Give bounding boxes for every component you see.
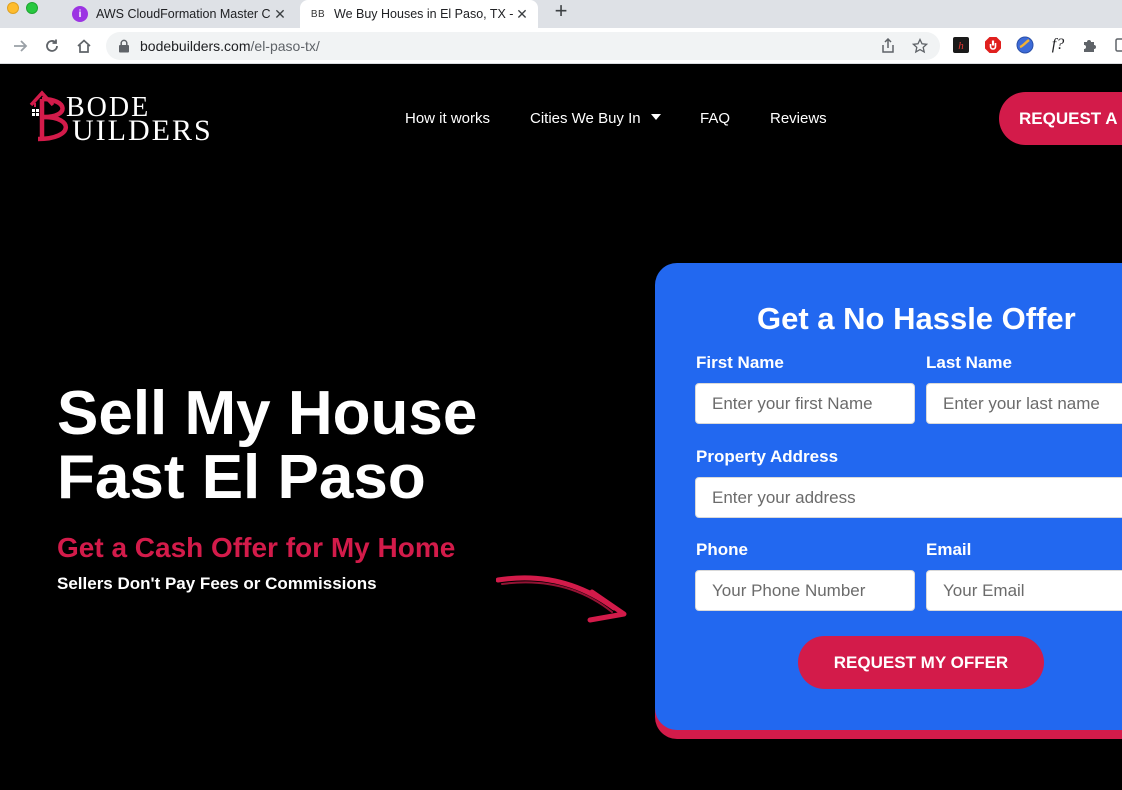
phone-input[interactable] xyxy=(695,570,915,611)
offer-form-card: Get a No Hassle Offer First Name Last Na… xyxy=(655,263,1122,730)
property-address-label: Property Address xyxy=(696,447,839,466)
extension-globe-icon[interactable] xyxy=(1016,36,1034,54)
browser-tab-bodebuilders[interactable]: BB We Buy Houses in El Paso, TX - ✕ xyxy=(300,0,538,28)
nav-faq[interactable]: FAQ xyxy=(700,110,730,127)
request-my-offer-button[interactable]: REQUEST MY OFFER xyxy=(798,636,1044,689)
hero-note: Sellers Don't Pay Fees or Commissions xyxy=(57,574,377,593)
url-text: bodebuilders.com/el-paso-tx/ xyxy=(140,38,320,54)
email-label: Email xyxy=(926,540,972,559)
site-header: BODE UILDERS How it works Cities We Buy … xyxy=(0,65,1122,175)
browser-tab-strip: i AWS CloudFormation Master C ✕ BB We Bu… xyxy=(0,0,1122,28)
address-bar[interactable]: bodebuilders.com/el-paso-tx/ xyxy=(106,32,940,60)
extension-h-icon[interactable]: h xyxy=(952,36,970,54)
property-address-input[interactable] xyxy=(695,477,1122,518)
url-path: /el-paso-tx/ xyxy=(250,38,320,54)
tab-title: We Buy Houses in El Paso, TX - xyxy=(334,7,514,21)
nav-cities-we-buy-in[interactable]: Cities We Buy In xyxy=(530,110,661,127)
minimize-window-button[interactable] xyxy=(7,2,19,14)
bb-favicon-icon: BB xyxy=(310,8,326,20)
back-arrow-icon[interactable] xyxy=(8,34,32,58)
home-icon[interactable] xyxy=(72,34,96,58)
hero-title-line-2: Fast El Paso xyxy=(57,443,426,512)
first-name-label: First Name xyxy=(696,353,784,372)
tab-title: AWS CloudFormation Master C xyxy=(96,7,271,21)
aws-favicon-icon: i xyxy=(72,6,88,22)
first-name-input[interactable] xyxy=(695,383,915,424)
browser-tab-aws[interactable]: i AWS CloudFormation Master C ✕ xyxy=(64,0,296,28)
bookmark-star-icon[interactable] xyxy=(910,36,930,56)
sidebar-panel-icon[interactable] xyxy=(1112,36,1122,54)
extensions-puzzle-icon[interactable] xyxy=(1080,36,1098,54)
zoom-window-button[interactable] xyxy=(26,2,38,14)
svg-text:h: h xyxy=(958,40,964,52)
caret-down-icon xyxy=(650,114,661,121)
browser-toolbar: bodebuilders.com/el-paso-tx/ h f? xyxy=(0,28,1122,64)
nav-cities-label: Cities We Buy In xyxy=(530,110,641,127)
last-name-input[interactable] xyxy=(926,383,1122,424)
extension-formula-icon[interactable]: f? xyxy=(1047,36,1069,54)
bode-builders-logo[interactable]: BODE UILDERS xyxy=(28,89,258,149)
close-tab-icon[interactable]: ✕ xyxy=(272,6,288,22)
close-tab-icon[interactable]: ✕ xyxy=(514,6,530,22)
last-name-label: Last Name xyxy=(926,353,1012,372)
hero-subtitle: Get a Cash Offer for My Home xyxy=(57,532,456,563)
extension-adblock-icon[interactable] xyxy=(984,36,1002,54)
hand-drawn-arrow-icon xyxy=(496,575,627,623)
form-title: Get a No Hassle Offer xyxy=(757,301,1076,336)
nav-how-it-works[interactable]: How it works xyxy=(405,110,490,127)
request-offer-header-button[interactable]: REQUEST A xyxy=(999,92,1122,145)
nav-reviews[interactable]: Reviews xyxy=(770,110,827,127)
reload-icon[interactable] xyxy=(40,34,64,58)
email-input[interactable] xyxy=(926,570,1122,611)
phone-label: Phone xyxy=(696,540,748,559)
url-host: bodebuilders.com xyxy=(140,38,251,54)
lock-icon xyxy=(119,39,129,53)
hero-title-line-1: Sell My House xyxy=(57,379,478,448)
hero-title: Sell My House Fast El Paso xyxy=(57,382,617,510)
logo-text-bottom: UILDERS xyxy=(72,114,213,147)
share-icon[interactable] xyxy=(878,36,898,56)
new-tab-button[interactable]: + xyxy=(550,0,572,23)
